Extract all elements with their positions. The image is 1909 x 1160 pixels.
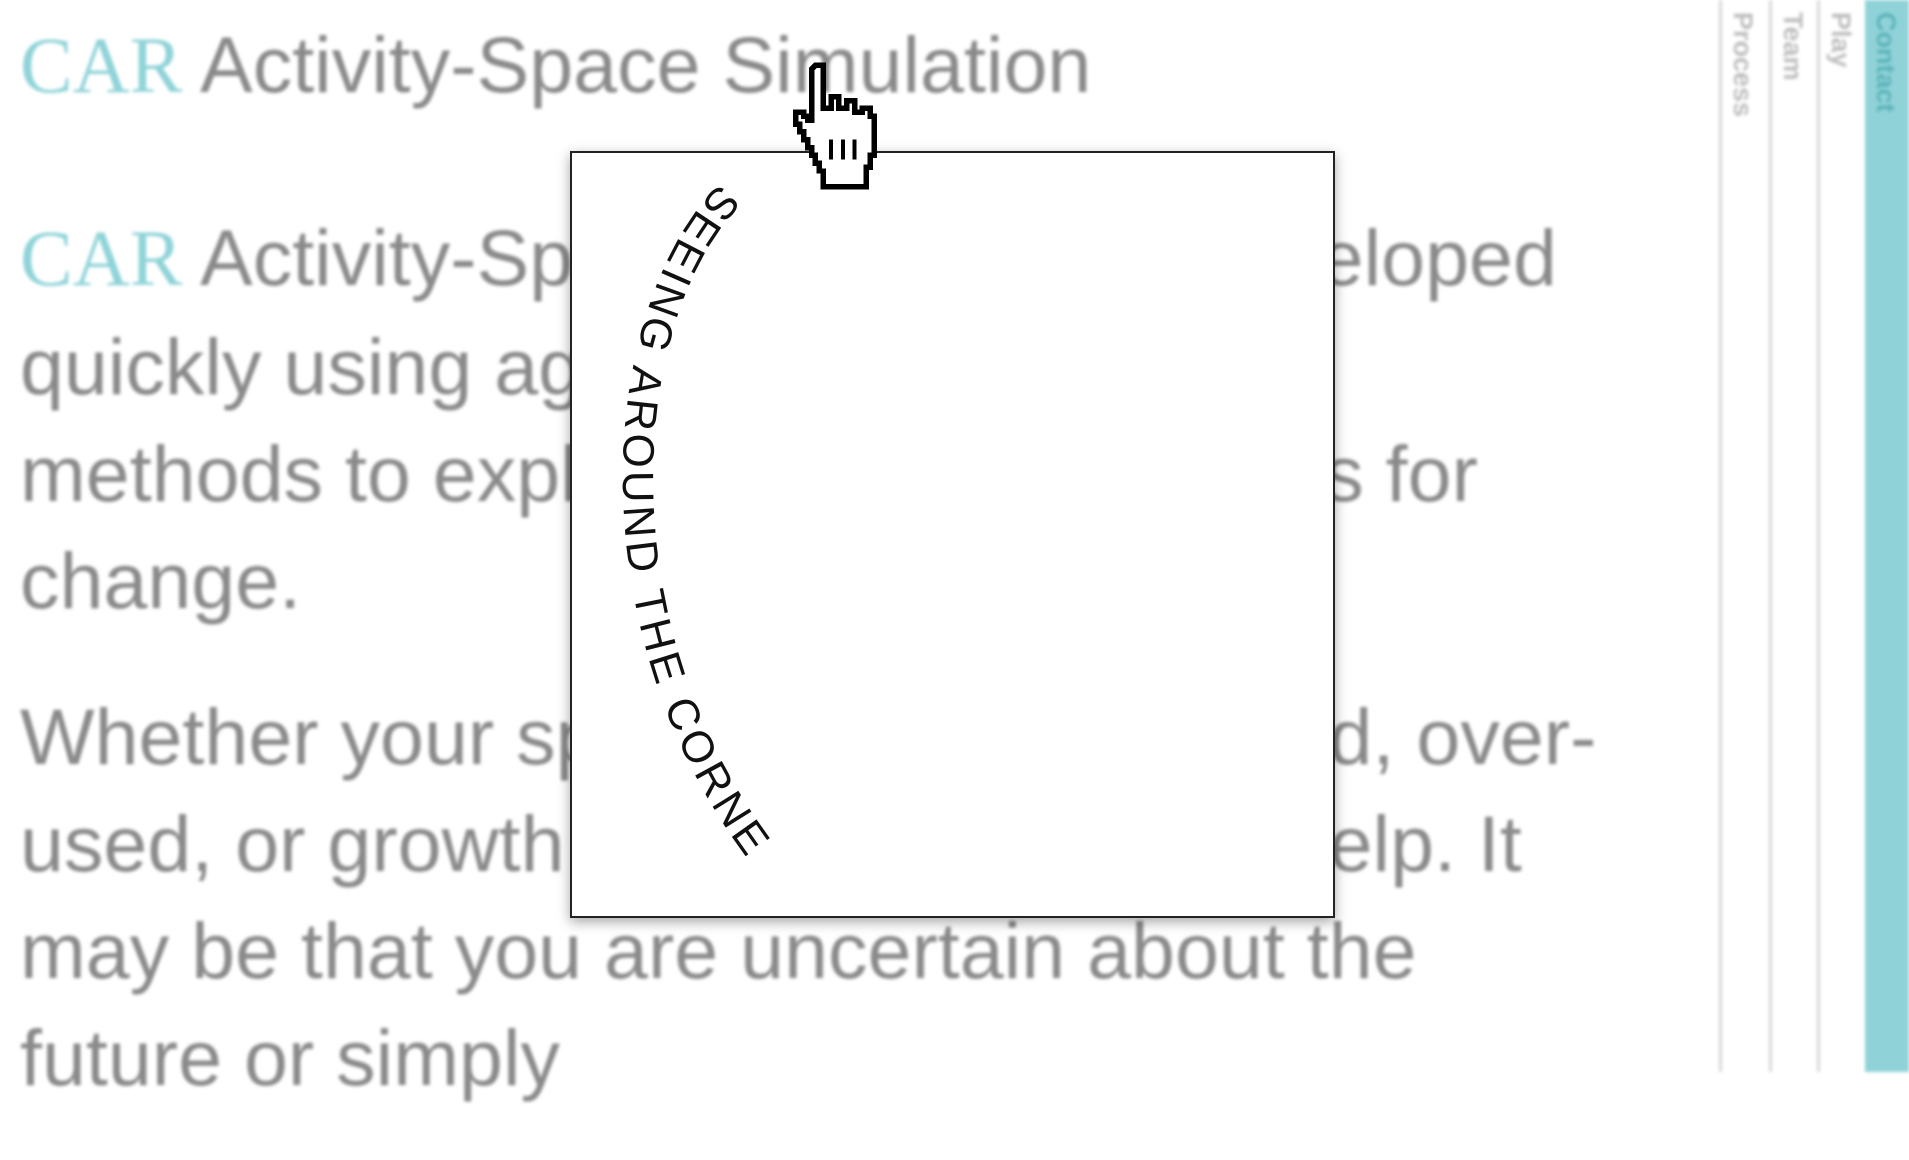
nav-item-team[interactable]: Team bbox=[1777, 12, 1808, 81]
side-nav: Process Team Play Contact bbox=[1719, 0, 1909, 1072]
arc-text-path: SEEING AROUND THE CORNER bbox=[572, 153, 779, 864]
arc-text-canvas: SEEING AROUND THE CORNER bbox=[572, 153, 779, 864]
side-nav-divider bbox=[1817, 0, 1820, 1072]
arc-text: SEEING AROUND THE CORNER bbox=[572, 153, 779, 864]
page-title: CAR Activity-Space Simulation bbox=[20, 18, 1091, 115]
simulation-modal[interactable]: SEEING AROUND THE CORNER bbox=[570, 151, 1335, 918]
hand-pointer-icon bbox=[793, 62, 877, 190]
side-nav-divider bbox=[1769, 0, 1772, 1072]
title-brand: CAR bbox=[20, 23, 183, 110]
paragraph-1-brand: CAR bbox=[20, 216, 183, 303]
title-text: Activity-Space Simulation bbox=[182, 20, 1092, 109]
nav-item-process[interactable]: Process bbox=[1727, 12, 1758, 117]
side-nav-divider bbox=[1719, 0, 1722, 1072]
side-nav-accent-bar bbox=[1865, 0, 1909, 1072]
nav-item-contact[interactable]: Contact bbox=[1870, 12, 1901, 113]
nav-item-play[interactable]: Play bbox=[1825, 12, 1856, 68]
